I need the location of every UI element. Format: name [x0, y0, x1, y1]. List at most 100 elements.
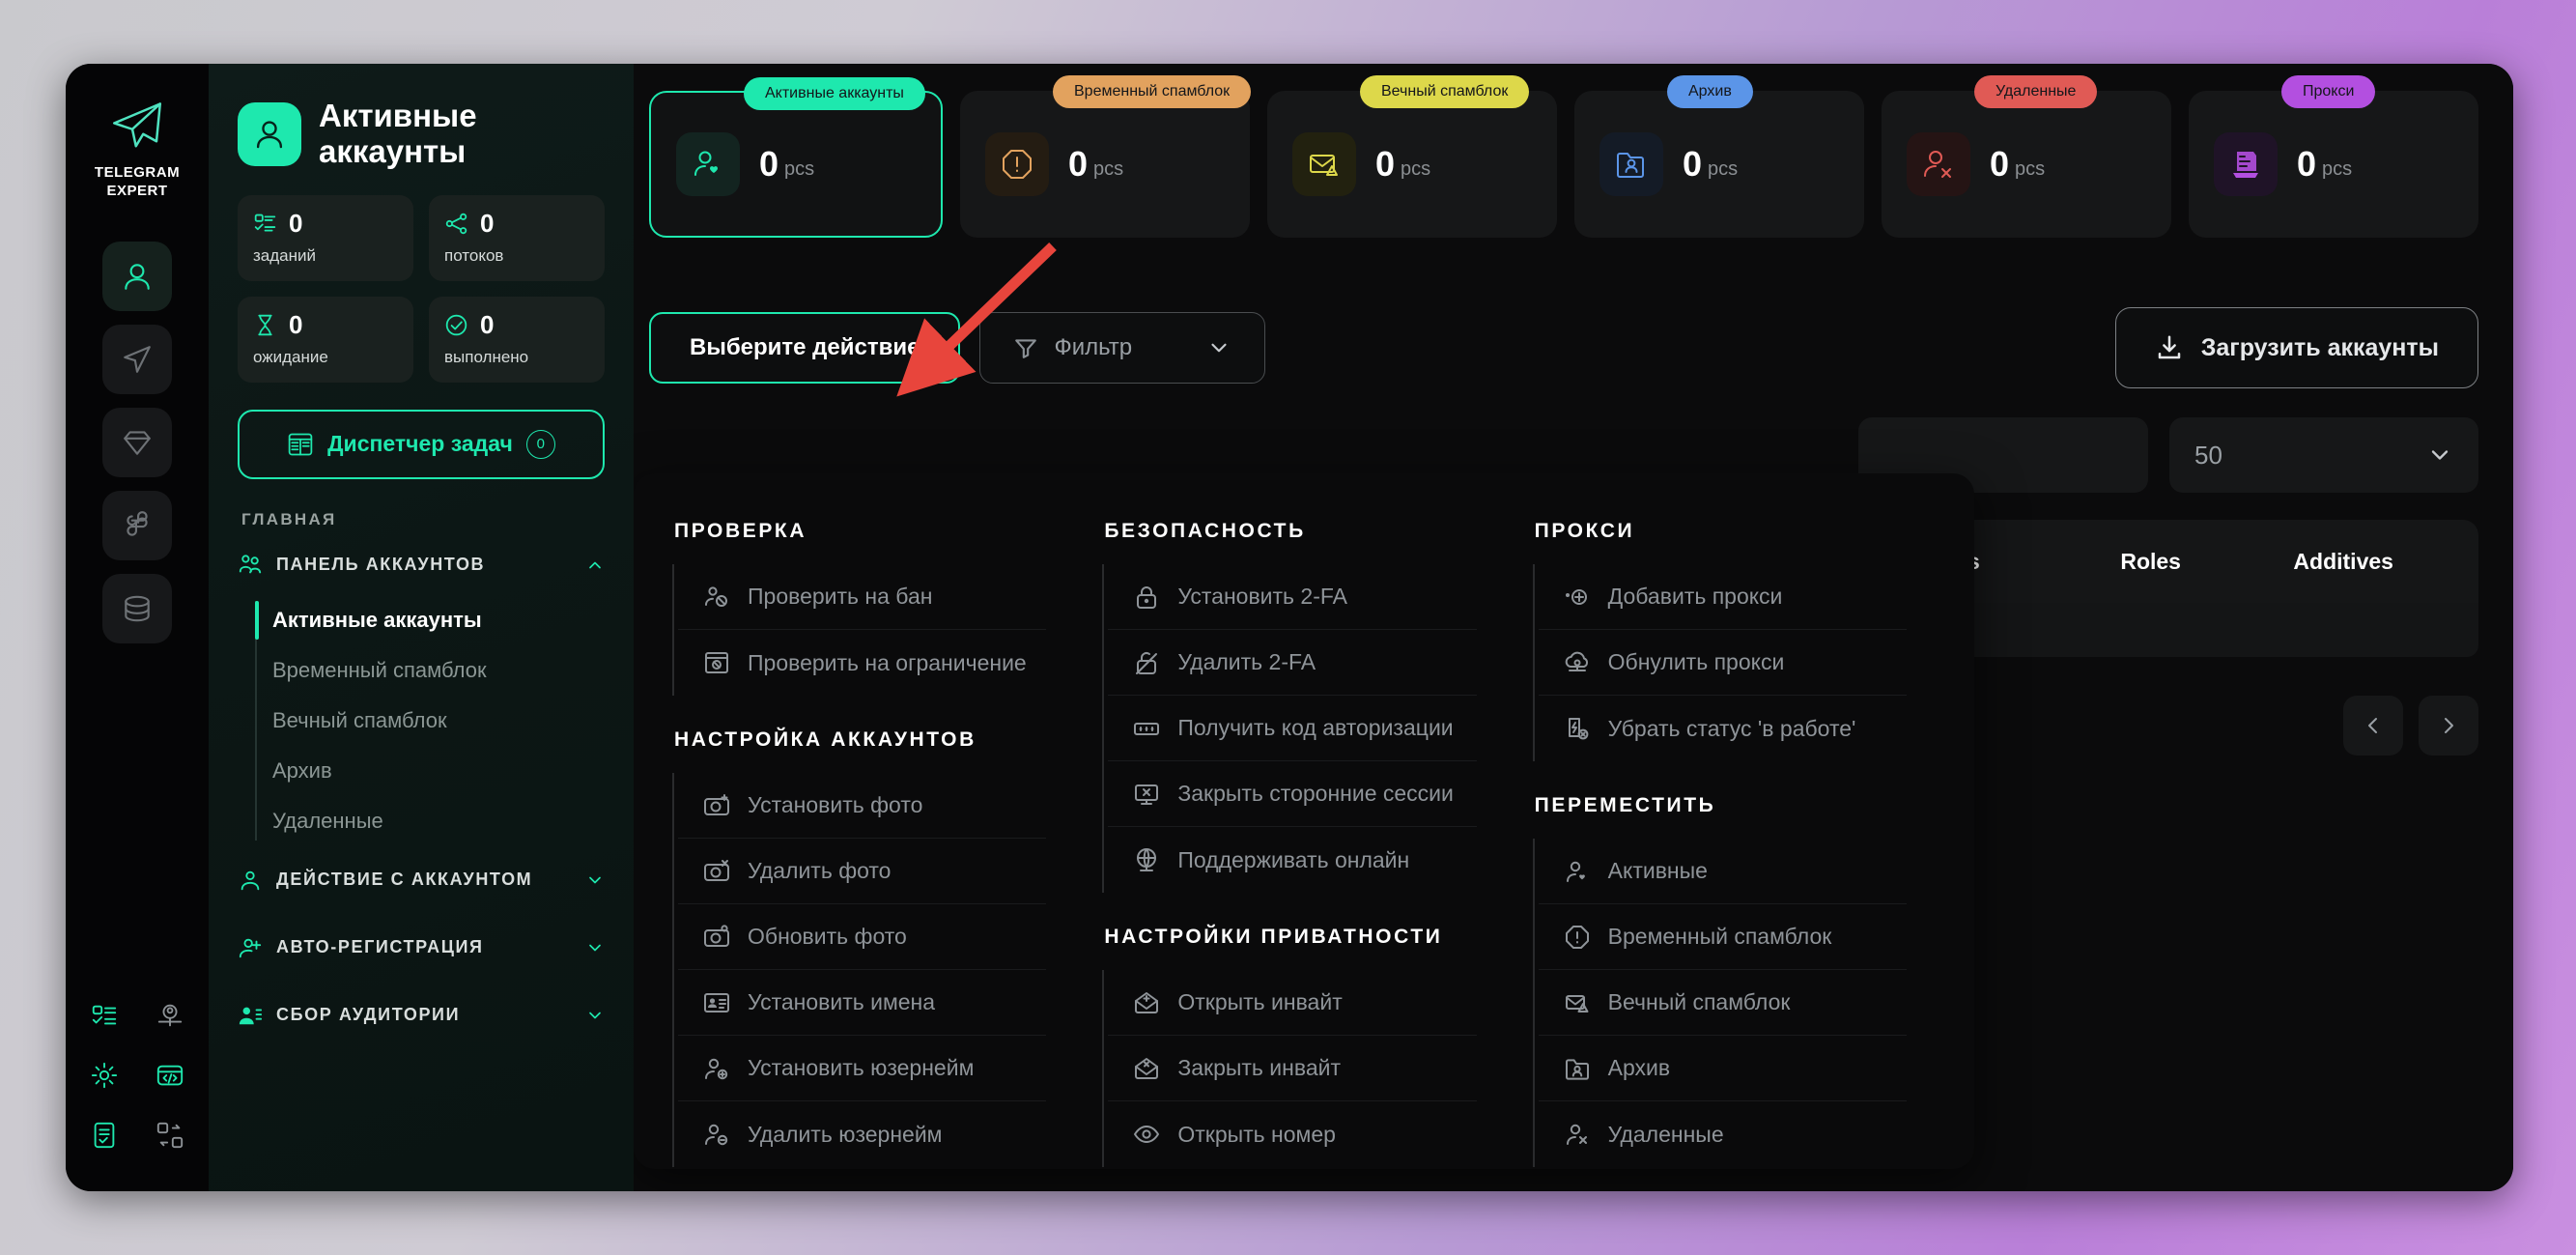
filter-icon	[1015, 339, 1037, 358]
menu-item-refresh-photo[interactable]: Обновить фото	[678, 904, 1047, 970]
filter-button[interactable]: Фильтр	[979, 312, 1266, 384]
brand-name: TELEGRAM EXPERT	[94, 164, 181, 199]
select-action-button[interactable]: Выберите действие	[649, 312, 961, 384]
card-proxy[interactable]: Прокси 0 pcs	[2189, 75, 2478, 238]
card-perm-spamblock[interactable]: Вечный спамблок 0 pcs	[1267, 75, 1557, 238]
menu-item-delete-2fa[interactable]: Удалить 2-FA	[1108, 630, 1477, 696]
download-icon	[2158, 335, 2180, 359]
swap-blocks-icon[interactable]	[146, 1114, 194, 1156]
stat-waiting: 0 ожидание	[238, 296, 413, 383]
menu-item-set-2fa[interactable]: Установить 2-FA	[1108, 564, 1477, 630]
rail-item-database[interactable]	[102, 573, 172, 643]
menu-item-label: Проверить на ограничение	[748, 649, 1027, 675]
menu-item-delete-username[interactable]: Удалить юзернейм	[678, 1101, 1046, 1167]
avatar	[238, 101, 301, 166]
card-value: 0	[2297, 144, 2317, 184]
dispatcher-icon	[288, 433, 313, 456]
stat-value: 0	[289, 208, 303, 238]
menu-item-set-names[interactable]: Установить имена	[678, 970, 1047, 1036]
doc-check-icon[interactable]	[80, 1114, 128, 1156]
menu-item-open-invite[interactable]: Открыть инвайт	[1108, 970, 1477, 1036]
list-check-icon[interactable]	[80, 994, 128, 1037]
menu-item-move-temp-spamblock[interactable]: Временный спамблок	[1538, 904, 1907, 970]
menu-item-move-active[interactable]: Активные	[1538, 839, 1907, 904]
menu-item-close-invite[interactable]: Закрыть инвайт	[1108, 1036, 1477, 1101]
card-pill: Прокси	[2281, 75, 2376, 108]
menu-item-reset-proxy[interactable]: Обнулить прокси	[1538, 630, 1907, 696]
next-page-button[interactable]	[2419, 696, 2478, 756]
stat-tasks: 0 заданий	[238, 194, 413, 281]
dropdown-section-title: ПРОВЕРКА	[674, 520, 807, 542]
user-x-icon	[1566, 1124, 1587, 1145]
toolbar: Выберите действие Фильтр Загрузить аккау…	[634, 238, 2513, 388]
chevron-up-icon	[589, 561, 601, 569]
user-circle-icon[interactable]	[146, 994, 194, 1037]
card-value: 0	[1375, 144, 1396, 184]
stat-label: заданий	[253, 245, 317, 265]
nav-group-auto-registration[interactable]: АВТО-РЕГИСТРАЦИЯ	[238, 935, 605, 960]
menu-item-get-auth-code[interactable]: Получить код авторизации	[1108, 696, 1477, 761]
menu-item-close-sessions[interactable]: Закрыть сторонние сессии	[1108, 761, 1477, 827]
menu-item-label: Закрыть инвайт	[1177, 1055, 1341, 1080]
menu-item-clear-working-status[interactable]: Убрать статус 'в работе'	[1539, 696, 1907, 761]
menu-item-check-restriction[interactable]: Проверить на ограничение	[678, 630, 1046, 696]
envelope-plus-icon	[1135, 991, 1159, 1013]
dispatcher-label: Диспетчер задач	[327, 431, 513, 457]
column-header-additives[interactable]: Additives	[2247, 549, 2440, 575]
menu-item-set-username[interactable]: Установить юзернейм	[678, 1036, 1047, 1101]
menu-item-label: Установить имена	[748, 989, 936, 1014]
card-active-accounts[interactable]: Активные аккаунты 0 pcs	[649, 77, 943, 238]
nav-group-audience-collect[interactable]: СБОР АУДИТОРИИ	[238, 1003, 605, 1028]
menu-item-label: Архив	[1607, 1055, 1671, 1080]
card-temp-spamblock[interactable]: Временный спамблок 0 pcs	[960, 75, 1252, 238]
menu-item-delete-photo[interactable]: Удалить фото	[678, 839, 1047, 904]
task-dispatcher-button[interactable]: Диспетчер задач 0	[238, 409, 605, 479]
nav-group-account-action[interactable]: ДЕЙСТВИЕ С АККАУНТОМ	[238, 868, 605, 893]
sidebar-item-perm-spamblock[interactable]: Вечный спамблок	[272, 696, 605, 746]
main-content: Активные аккаунты 0 pcs Временный спамбло…	[634, 64, 2513, 1191]
dropdown-section-title: ПЕРЕМЕСТИТЬ	[1534, 794, 1716, 816]
upload-accounts-button[interactable]: Загрузить аккаунты	[2114, 307, 2478, 388]
rail-item-send[interactable]	[102, 324, 172, 394]
card-value: 0	[1683, 144, 1703, 184]
prev-page-button[interactable]	[2343, 696, 2403, 756]
rail-item-command[interactable]	[102, 490, 172, 560]
nav-group-accounts[interactable]: ПАНЕЛЬ АККАУНТОВ	[238, 553, 605, 578]
menu-item-check-ban[interactable]: Проверить на бан	[678, 564, 1047, 630]
column-header-roles[interactable]: Roles	[2054, 549, 2248, 575]
card-unit: pcs	[784, 158, 815, 180]
nav-group-label: АВТО-РЕГИСТРАЦИЯ	[276, 937, 484, 957]
card-pill: Архив	[1667, 75, 1753, 108]
gear-icon[interactable]	[80, 1054, 128, 1097]
menu-item-set-photo[interactable]: Установить фото	[678, 773, 1047, 839]
tasks-icon	[254, 214, 276, 232]
user-minus-icon	[705, 1124, 728, 1146]
flows-icon	[445, 213, 467, 235]
menu-item-label: Удалить фото	[748, 858, 892, 883]
menu-item-move-deleted[interactable]: Удаленные	[1539, 1101, 1907, 1167]
dropdown-section-list: Открыть инвайт Закрыть инвайт Открыть но…	[1102, 970, 1477, 1167]
menu-item-move-perm-spamblock[interactable]: Вечный спамблок	[1538, 970, 1907, 1036]
menu-item-open-number[interactable]: Открыть номер	[1108, 1101, 1476, 1167]
sidebar-item-deleted[interactable]: Удаленные	[272, 796, 605, 846]
menu-item-move-archive[interactable]: Архив	[1538, 1036, 1907, 1101]
page-size-select[interactable]: 50	[2169, 417, 2478, 493]
sidebar-item-archive[interactable]: Архив	[272, 746, 605, 796]
card-value: 0	[1990, 144, 2010, 184]
rail-item-user[interactable]	[102, 241, 172, 311]
send-icon	[124, 345, 151, 373]
lock-icon	[1137, 585, 1157, 609]
menu-item-add-proxy[interactable]: Добавить прокси	[1538, 564, 1907, 630]
card-unit: pcs	[1401, 158, 1431, 180]
icon-rail: TELEGRAM EXPERT	[66, 64, 209, 1191]
card-deleted[interactable]: Удаленные 0 pcs	[1882, 75, 2171, 238]
nav-group-label: СБОР АУДИТОРИИ	[276, 1005, 461, 1025]
rail-item-diamond[interactable]	[102, 407, 172, 477]
dropdown-section-title: ПРОКСИ	[1534, 520, 1635, 542]
sidebar-item-temp-spamblock[interactable]: Временный спамблок	[272, 645, 605, 696]
sidebar-item-active-accounts[interactable]: Активные аккаунты	[255, 595, 605, 645]
card-pill: Вечный спамблок	[1360, 75, 1530, 108]
card-archive[interactable]: Архив 0 pcs	[1574, 75, 1864, 238]
code-window-icon[interactable]	[146, 1054, 194, 1097]
menu-item-keep-online[interactable]: Поддерживать онлайн	[1108, 827, 1476, 893]
